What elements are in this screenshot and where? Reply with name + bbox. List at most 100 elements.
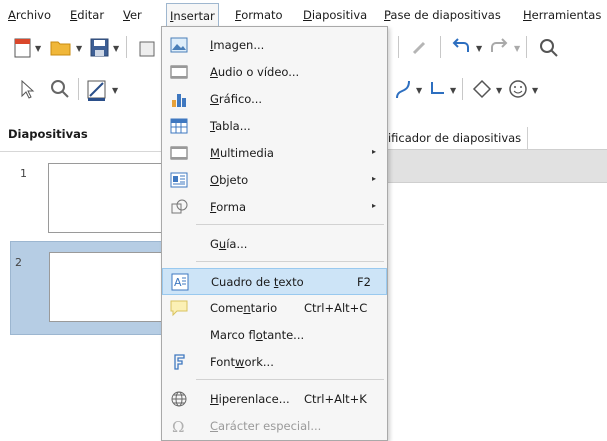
menu-insertar[interactable]: Insertar [166,3,219,27]
undo-dropdown-icon[interactable]: ▼ [476,44,482,53]
menu-item-hiperenlace[interactable]: Hiperenlace... Ctrl+Alt+K [162,386,387,413]
menu-separator [196,224,384,225]
menu-item-objeto[interactable]: Objeto ▸ [162,167,387,194]
menu-item-guia[interactable]: Guía... [162,231,387,258]
redo-dropdown-icon[interactable]: ▼ [514,44,520,53]
slide-row-2[interactable]: 2 [10,241,175,335]
multimedia-icon [170,146,188,160]
menu-item-label: Imagen... [210,38,265,52]
submenu-arrow-icon: ▸ [372,147,377,156]
menu-label: ormato [241,8,283,22]
special-character-icon: Ω [172,418,184,435]
menu-label: rchivo [15,8,51,22]
menu-item-fontwork[interactable]: Fontwork... [162,349,387,376]
pane-divider [0,151,164,152]
menu-ver[interactable]: Ver [123,8,142,22]
slide-row-1[interactable]: 1 [10,153,174,247]
menu-item-caracter-especial[interactable]: Ω Carácter especial... [162,413,387,440]
curve-icon[interactable] [393,78,413,100]
menu-label: erramientas [531,8,602,22]
shape-icon [171,199,188,214]
undo-icon[interactable] [450,38,472,56]
menu-item-imagen[interactable]: Imagen... [162,32,387,59]
basic-shapes-dropdown-icon[interactable]: ▼ [496,86,502,95]
menu-item-label: Multimedia [210,146,274,160]
menu-item-label: Carácter especial... [210,419,322,433]
select-arrow-icon[interactable] [20,80,36,100]
menu-item-label: Forma [210,200,247,214]
text-box-icon: A [171,273,189,291]
menu-item-label: Hiperenlace... [210,392,290,406]
svg-text:Ω: Ω [172,418,184,435]
menu-item-multimedia[interactable]: Multimedia ▸ [162,140,387,167]
curve-dropdown-icon[interactable]: ▼ [416,86,422,95]
new-document-icon[interactable] [14,38,32,58]
redo-icon[interactable] [488,38,510,56]
line-color-dropdown-icon[interactable]: ▼ [112,86,118,95]
symbol-shapes-smiley-icon[interactable] [508,79,528,99]
slide-number: 2 [15,256,22,269]
menu-mnemonic: V [123,8,130,22]
image-icon [170,37,188,53]
menu-separator [196,261,384,262]
menu-item-grafico[interactable]: Gráfico... [162,86,387,113]
table-icon [170,118,188,134]
menu-label: iapositiva [311,8,368,22]
submenu-arrow-icon: ▸ [372,201,377,210]
export-icon[interactable] [138,38,158,58]
menu-editar[interactable]: Editar [70,8,104,22]
menu-label: nsertar [173,9,215,23]
menu-label: ditar [77,8,105,22]
menu-item-shortcut: F2 [357,275,371,289]
menu-mnemonic: H [523,8,532,22]
insert-menu: Imagen... Audio o vídeo... Gráfico... Ta… [161,26,388,441]
hyperlink-icon [171,391,187,407]
basic-shapes-diamond-icon[interactable] [472,79,492,99]
menu-formato[interactable]: Formato [235,8,283,22]
open-folder-icon[interactable] [50,39,72,56]
toolbar-separator [78,78,79,100]
menu-item-label: Fontwork... [210,355,274,369]
line-color-icon[interactable] [86,79,108,101]
menu-separator [196,379,384,380]
menu-mnemonic: A [8,8,16,22]
comment-icon [170,300,188,317]
slide-number: 1 [20,167,27,180]
menu-label: ase de diapositivas [390,8,501,22]
submenu-arrow-icon: ▸ [372,174,377,183]
toolbar-separator [526,36,527,58]
save-icon[interactable] [90,38,109,57]
find-replace-icon[interactable] [538,37,560,59]
open-dropdown-icon[interactable]: ▼ [76,44,82,53]
new-dropdown-icon[interactable]: ▼ [35,44,41,53]
menu-item-label: Audio o vídeo... [210,65,300,79]
menu-mnemonic: D [303,8,312,22]
menu-herramientas[interactable]: Herramientas [523,8,601,22]
menu-archivo[interactable]: Archivo [8,8,51,22]
menu-item-label: Comentario [210,301,278,315]
object-icon [170,172,188,188]
save-dropdown-icon[interactable]: ▼ [113,44,119,53]
slide-thumbnail[interactable] [48,163,174,233]
media-icon [170,65,188,79]
tab-slide-sorter[interactable]: sificador de diapositivas [382,127,529,149]
menu-diapositiva[interactable]: Diapositiva [303,8,367,22]
symbol-shapes-dropdown-icon[interactable]: ▼ [532,86,538,95]
clone-formatting-icon[interactable] [410,37,430,57]
connector-dropdown-icon[interactable]: ▼ [450,86,456,95]
menu-item-cuadro-de-texto[interactable]: A Cuadro de texto F2 [162,268,387,295]
menu-pase-de-diapositivas[interactable]: Pase de diapositivas [384,8,501,22]
menu-item-shortcut: Ctrl+Alt+K [304,392,367,406]
menu-item-tabla[interactable]: Tabla... [162,113,387,140]
menu-item-label: Cuadro de texto [211,275,304,289]
connector-icon[interactable] [428,79,448,99]
menu-item-comentario[interactable]: Comentario Ctrl+Alt+C [162,295,387,322]
menu-label: er [129,8,142,22]
slide-thumbnail[interactable] [49,252,175,322]
menu-item-label: Gráfico... [210,92,263,106]
menu-item-marco-flotante[interactable]: Marco flotante... [162,322,387,349]
menu-item-forma[interactable]: Forma ▸ [162,194,387,221]
zoom-icon[interactable] [50,79,70,99]
menu-item-audio-video[interactable]: Audio o vídeo... [162,59,387,86]
slides-pane: Diapositivas 1 2 [0,117,175,441]
